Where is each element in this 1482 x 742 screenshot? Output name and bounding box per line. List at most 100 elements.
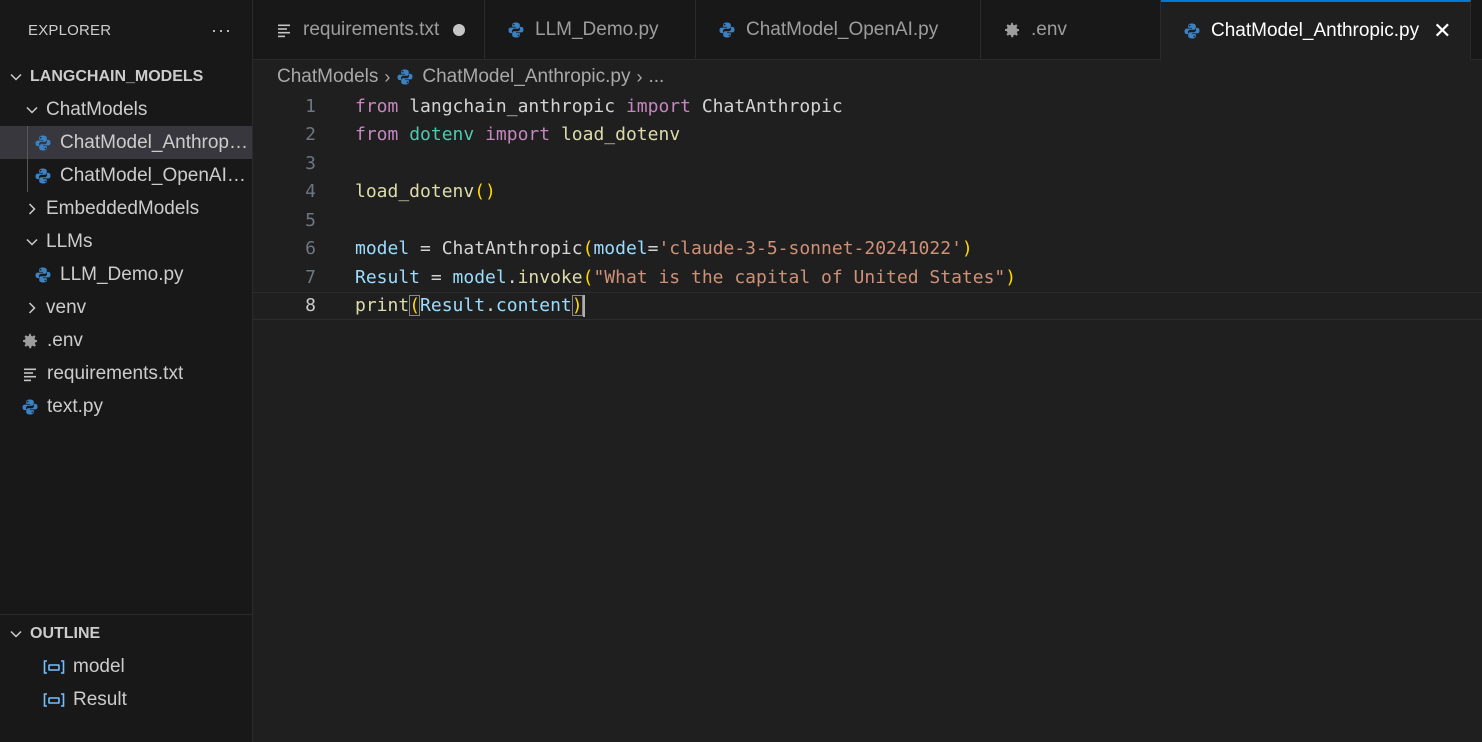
file-llm-demo[interactable]: LLM_Demo.py: [0, 258, 252, 291]
explorer-header: EXPLORER ···: [0, 0, 252, 60]
tab-llm-demo[interactable]: LLM_Demo.py: [485, 0, 696, 60]
file-label: .env: [47, 329, 83, 351]
code-content[interactable]: from dotenv import load_dotenv: [355, 124, 680, 145]
line-number: 8: [305, 295, 316, 317]
chevron-right-icon: [24, 201, 40, 217]
outline-panel: OUTLINE model Result: [0, 614, 253, 742]
line-number: 5: [305, 209, 316, 231]
breadcrumb: ChatModels › ChatModel_Anthropic.py › ..…: [277, 62, 664, 92]
code-content[interactable]: from langchain_anthropic import ChatAnth…: [355, 96, 843, 117]
code-line[interactable]: 5: [253, 206, 1482, 235]
explorer-sidebar: EXPLORER ··· LANGCHAIN_MODELS ChatModels…: [0, 0, 253, 742]
tab-label: ChatModel_OpenAI.py: [746, 19, 939, 40]
file-text-py[interactable]: text.py: [0, 390, 252, 423]
tab-bar-spacer: [1471, 0, 1482, 59]
outline-title: OUTLINE: [30, 624, 101, 642]
chevron-down-icon: [24, 102, 40, 118]
line-number: 1: [305, 95, 316, 117]
python-file-icon: [34, 167, 52, 185]
text-file-icon: [21, 365, 39, 383]
variable-icon: [43, 659, 65, 675]
chevron-down-icon: [8, 626, 24, 642]
tab-chatmodel-anthropic[interactable]: ChatModel_Anthropic.py ✕: [1161, 0, 1471, 60]
code-editor[interactable]: 1 from langchain_anthropic import ChatAn…: [253, 92, 1482, 742]
file-requirements[interactable]: requirements.txt: [0, 357, 252, 390]
python-file-icon: [34, 134, 52, 152]
python-file-icon: [507, 21, 525, 39]
text-file-icon: [275, 21, 293, 39]
file-chatmodel-openai[interactable]: ChatModel_OpenAI.py: [0, 159, 252, 192]
tab-label: .env: [1031, 19, 1067, 40]
folder-label: LLMs: [46, 230, 93, 252]
chevron-down-icon: [8, 69, 24, 85]
variable-icon: [43, 692, 65, 708]
code-content[interactable]: model = ChatAnthropic(model='claude-3-5-…: [355, 238, 973, 259]
file-env[interactable]: .env: [0, 324, 252, 357]
tab-env[interactable]: .env: [981, 0, 1161, 60]
outline-header[interactable]: OUTLINE: [0, 617, 253, 650]
line-number: 2: [305, 124, 316, 146]
code-line[interactable]: 1 from langchain_anthropic import ChatAn…: [253, 92, 1482, 121]
file-label: requirements.txt: [47, 362, 184, 384]
code-content[interactable]: Result = model.invoke("What is the capit…: [355, 267, 1016, 288]
chevron-right-icon: ›: [636, 66, 643, 87]
tab-requirements[interactable]: requirements.txt: [253, 0, 485, 60]
tab-label: ChatModel_Anthropic.py: [1211, 19, 1420, 41]
explorer-title: EXPLORER: [28, 21, 112, 39]
folder-label: EmbeddedModels: [46, 197, 200, 219]
chevron-right-icon: ›: [384, 66, 391, 87]
unsaved-dot-icon[interactable]: [453, 24, 466, 36]
indent-guide: [27, 159, 28, 192]
outline-item-label: Result: [73, 688, 127, 710]
breadcrumb-more[interactable]: ...: [648, 66, 664, 88]
python-file-icon: [34, 266, 52, 284]
gear-icon: [21, 332, 39, 350]
code-line-current[interactable]: 8 print(Result.content): [253, 291, 1482, 320]
indent-guide: [27, 126, 28, 159]
file-label: LLM_Demo.py: [60, 263, 184, 285]
tab-label: LLM_Demo.py: [535, 19, 659, 40]
python-file-icon: [396, 68, 414, 86]
code-line[interactable]: 2 from dotenv import load_dotenv: [253, 121, 1482, 150]
python-file-icon: [718, 21, 736, 39]
explorer-root-folder[interactable]: LANGCHAIN_MODELS: [0, 60, 252, 93]
gear-icon: [1003, 21, 1021, 39]
outline-item-result[interactable]: Result: [0, 683, 253, 716]
more-actions-icon[interactable]: ···: [211, 20, 232, 41]
file-chatmodel-anthropic[interactable]: ChatModel_Anthropic.py: [0, 126, 252, 159]
close-icon[interactable]: ✕: [1433, 19, 1451, 42]
code-line[interactable]: 7 Result = model.invoke("What is the cap…: [253, 263, 1482, 292]
line-number: 7: [305, 266, 316, 288]
code-content[interactable]: print(Result.content): [355, 294, 585, 317]
text-cursor: [582, 294, 585, 317]
folder-label: venv: [46, 296, 87, 318]
code-content[interactable]: load_dotenv(): [355, 181, 496, 202]
breadcrumb-file[interactable]: ChatModel_Anthropic.py: [422, 66, 630, 88]
breadcrumb-folder[interactable]: ChatModels: [277, 66, 378, 88]
outline-item-model[interactable]: model: [0, 650, 253, 683]
file-label: ChatModel_OpenAI.py: [60, 164, 250, 186]
folder-llms[interactable]: LLMs: [0, 225, 252, 258]
tab-chatmodel-openai[interactable]: ChatModel_OpenAI.py: [696, 0, 981, 60]
folder-embeddedmodels[interactable]: EmbeddedModels: [0, 192, 252, 225]
file-label: text.py: [47, 395, 103, 417]
code-line[interactable]: 6 model = ChatAnthropic(model='claude-3-…: [253, 235, 1482, 264]
tab-label: requirements.txt: [303, 19, 440, 40]
chevron-down-icon: [24, 234, 40, 250]
folder-label: ChatModels: [46, 98, 148, 120]
code-line[interactable]: 4 load_dotenv(): [253, 178, 1482, 207]
folder-chatmodels[interactable]: ChatModels: [0, 93, 252, 126]
editor-tabs: requirements.txt LLM_Demo.py ChatModel_O…: [253, 0, 1482, 60]
folder-venv[interactable]: venv: [0, 291, 252, 324]
line-number: 4: [305, 181, 316, 203]
file-label: ChatModel_Anthropic.py: [60, 131, 250, 153]
python-file-icon: [21, 398, 39, 416]
code-line[interactable]: 3: [253, 149, 1482, 178]
line-number: 6: [305, 238, 316, 260]
vscode-window: EXPLORER ··· LANGCHAIN_MODELS ChatModels…: [0, 0, 1482, 742]
line-number: 3: [305, 152, 316, 174]
root-folder-label: LANGCHAIN_MODELS: [30, 67, 204, 85]
outline-item-label: model: [73, 655, 125, 677]
chevron-right-icon: [24, 300, 40, 316]
python-file-icon: [1183, 22, 1201, 40]
